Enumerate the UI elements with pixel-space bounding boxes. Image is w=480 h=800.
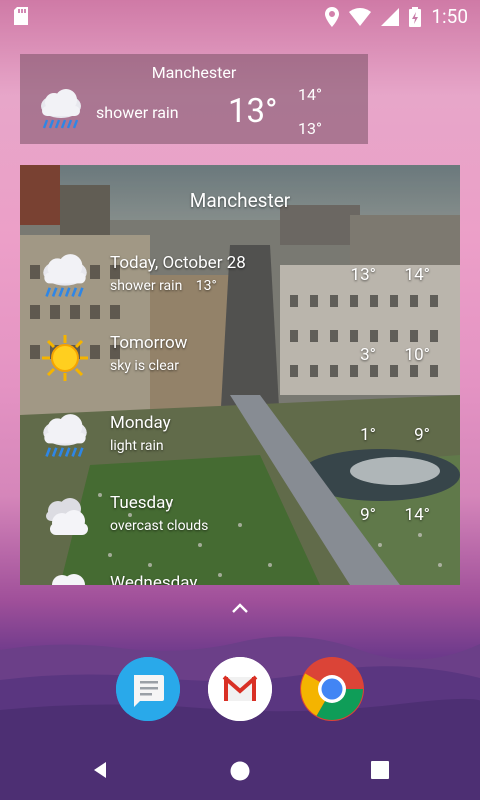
forecast-high: 10° bbox=[404, 345, 430, 365]
forecast-low: 1° bbox=[360, 425, 376, 445]
home-icon[interactable] bbox=[229, 760, 251, 786]
forecast-row-wednesday[interactable]: Wednesday bbox=[20, 573, 460, 585]
forecast-row-today[interactable]: Today, October 28 shower rain 13° 13° 14… bbox=[20, 253, 460, 329]
forecast-day: Tuesday bbox=[110, 493, 174, 513]
forecast-description: light rain bbox=[110, 438, 164, 454]
forecast-high: 14° bbox=[404, 265, 430, 285]
forecast-low: 13° bbox=[350, 265, 376, 285]
forecast-row-monday[interactable]: Monday light rain 1° 9° bbox=[20, 413, 460, 489]
current-temperature: 13° bbox=[228, 92, 278, 131]
navigation-bar bbox=[0, 740, 480, 800]
forecast-current-temp: 13° bbox=[195, 278, 217, 294]
app-dock bbox=[0, 657, 480, 723]
small-weather-widget[interactable]: Manchester shower rain 13° 14° 13° bbox=[20, 54, 368, 144]
shower-rain-icon bbox=[38, 88, 84, 138]
high-temperature: 14° bbox=[298, 85, 322, 104]
weather-description: shower rain bbox=[96, 103, 179, 122]
clock: 1:50 bbox=[431, 5, 468, 28]
low-temperature: 13° bbox=[298, 119, 322, 138]
back-icon[interactable] bbox=[90, 760, 110, 784]
forecast-description: shower rain 13° bbox=[110, 278, 217, 294]
chrome-icon[interactable] bbox=[300, 657, 364, 721]
gmail-icon[interactable] bbox=[208, 657, 272, 721]
signal-icon bbox=[381, 7, 400, 26]
forecast-high: 9° bbox=[414, 425, 430, 445]
widget-city: Manchester bbox=[151, 63, 237, 82]
status-bar: 1:50 bbox=[0, 0, 480, 32]
clouds-icon bbox=[40, 573, 90, 585]
forecast-day: Monday bbox=[110, 413, 171, 433]
location-icon bbox=[325, 6, 340, 27]
forecast-day: Today, October 28 bbox=[110, 253, 246, 273]
forecast-low: 3° bbox=[360, 345, 376, 365]
battery-icon bbox=[409, 6, 422, 27]
app-drawer-chevron-up-icon[interactable] bbox=[230, 600, 250, 619]
forecast-row-tuesday[interactable]: Tuesday overcast clouds 9° 14° bbox=[20, 493, 460, 569]
forecast-description: sky is clear bbox=[110, 358, 180, 374]
sun-icon bbox=[40, 333, 90, 387]
forecast-widget[interactable]: Manchester Today, October 28 shower rain… bbox=[20, 165, 460, 585]
recents-icon[interactable] bbox=[370, 760, 390, 784]
shower-rain-icon bbox=[40, 253, 90, 307]
forecast-low: 9° bbox=[360, 505, 376, 525]
wifi-icon bbox=[349, 7, 372, 26]
forecast-row-tomorrow[interactable]: Tomorrow sky is clear 3° 10° bbox=[20, 333, 460, 409]
forecast-high: 14° bbox=[404, 505, 430, 525]
clouds-icon bbox=[40, 493, 90, 547]
forecast-day: Tomorrow bbox=[110, 333, 188, 353]
rain-icon bbox=[40, 413, 90, 467]
forecast-description: overcast clouds bbox=[110, 518, 209, 534]
sd-card-icon bbox=[14, 7, 28, 29]
forecast-city: Manchester bbox=[189, 189, 291, 212]
forecast-day: Wednesday bbox=[110, 573, 198, 585]
messages-icon[interactable] bbox=[116, 657, 180, 721]
